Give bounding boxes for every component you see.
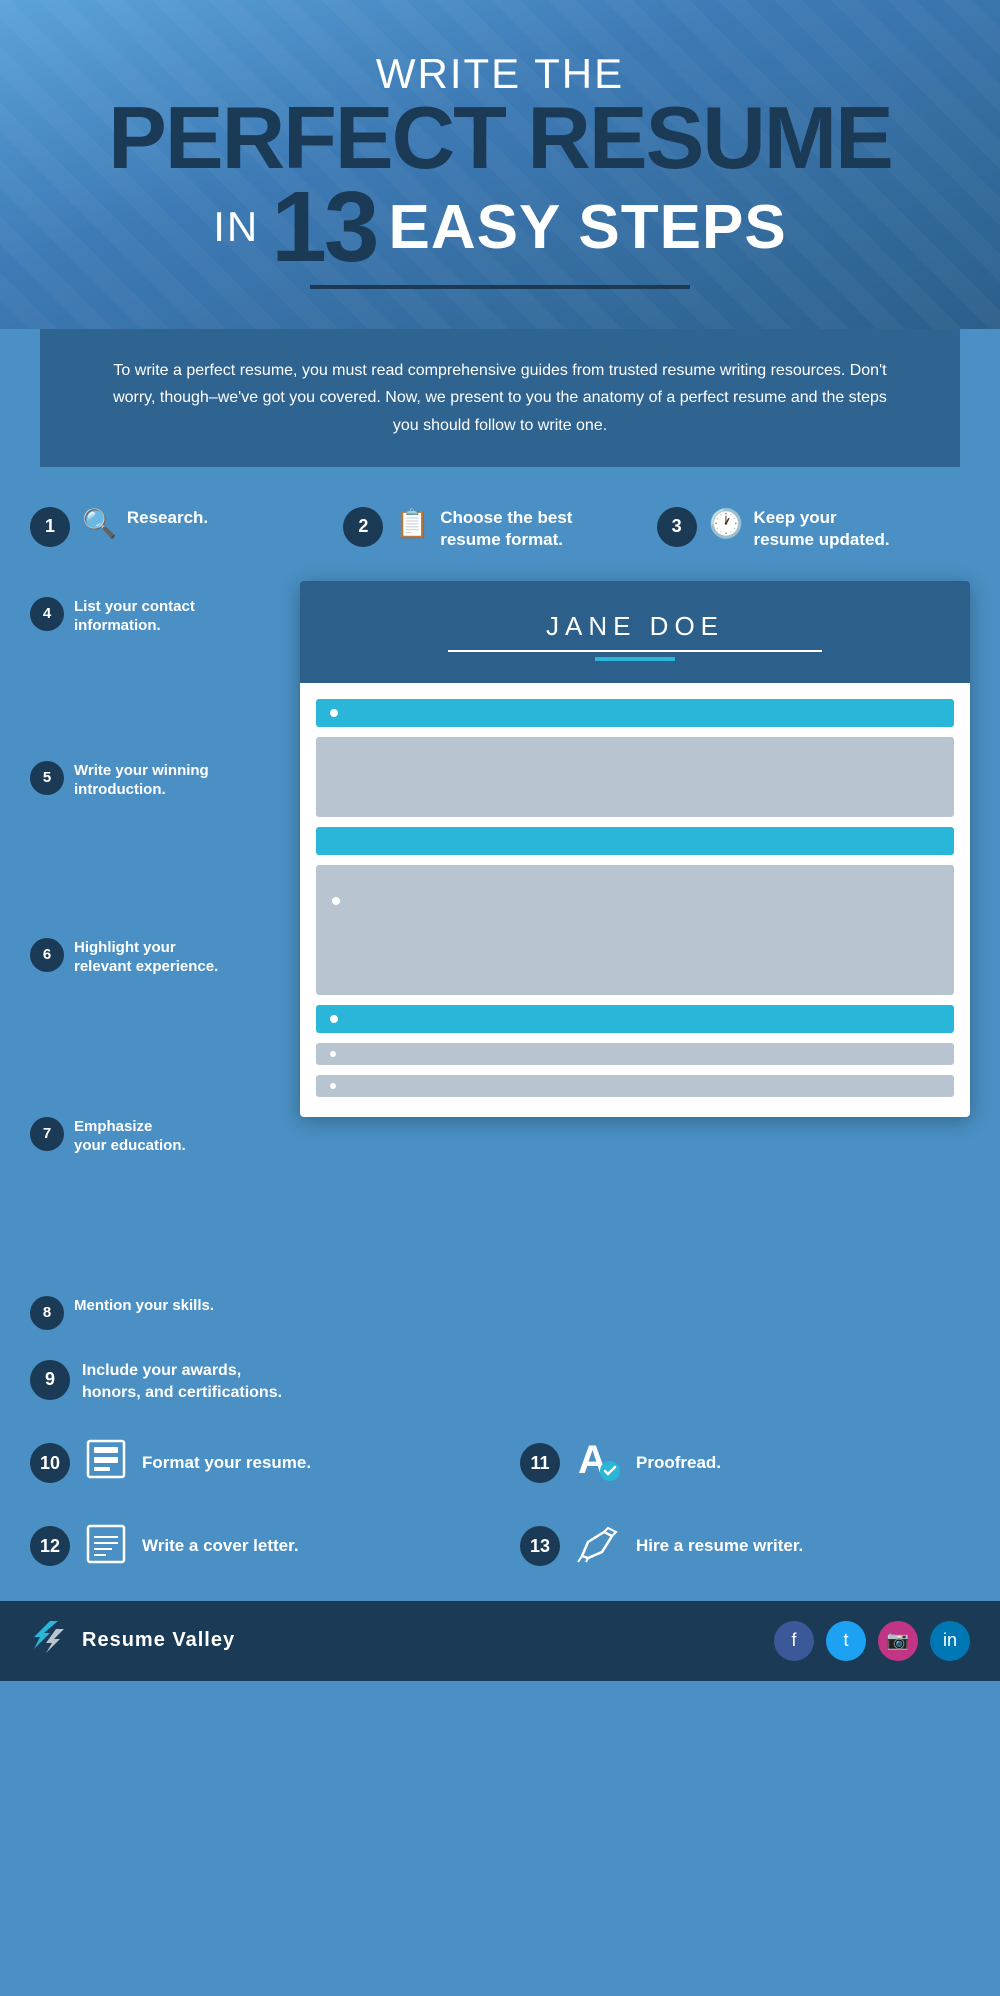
step-8: 8 Mention your skills. (30, 1286, 280, 1340)
step-12-num: 12 (30, 1526, 70, 1566)
skill-dot-1 (330, 1051, 336, 1057)
skills-bar (316, 1005, 954, 1033)
step-10-label: Format your resume. (142, 1453, 311, 1473)
skills-dot (330, 1015, 338, 1023)
step-6-label: Highlight yourrelevant experience. (74, 938, 218, 977)
skill-dot-2 (330, 1083, 336, 1089)
bottom-steps: 10 Format your resume. 11 A Pro (0, 1415, 1000, 1601)
step-11-num: 11 (520, 1443, 560, 1483)
search-icon: 🔍 (82, 507, 117, 540)
step-13: 13 Hire a resume writer. (520, 1522, 970, 1571)
skill-bar-1 (316, 1043, 954, 1065)
resume-mockup: JANE DOE (300, 581, 970, 1117)
footer: Resume Valley f t 📷 in (0, 1601, 1000, 1681)
step-13-label: Hire a resume writer. (636, 1536, 803, 1556)
step-10: 10 Format your resume. (30, 1435, 480, 1492)
main-area: 4 List your contactinformation. 5 Write … (0, 571, 1000, 1340)
steps-row-1: 10 Format your resume. 11 A Pro (30, 1435, 970, 1492)
step-7-num: 7 (30, 1117, 64, 1151)
step-5-label: Write your winningintroduction. (74, 761, 209, 800)
step-11: 11 A Proofread. (520, 1435, 970, 1492)
step-9: 9 Include your awards,honors, and certif… (0, 1340, 1000, 1415)
header-line3: in 13 Easy Steps (108, 177, 892, 277)
step-2-num: 2 (343, 507, 383, 547)
intro-box: To write a perfect resume, you must read… (40, 329, 960, 467)
step-3-label: Keep yourresume updated. (754, 507, 890, 551)
step-10-num: 10 (30, 1443, 70, 1483)
document-icon: 📋 (395, 507, 430, 540)
resume-body (300, 683, 970, 1117)
footer-brand: Resume Valley (30, 1619, 235, 1663)
education-block (316, 865, 954, 995)
step-11-label: Proofread. (636, 1453, 721, 1473)
experience-bar (316, 827, 954, 855)
step-2-label: Choose the bestresume format. (440, 507, 572, 551)
step-1: 1 🔍 Research. (30, 507, 343, 547)
clock-icon: 🕐 (709, 507, 744, 540)
step-9-num: 9 (30, 1360, 70, 1400)
step-4: 4 List your contactinformation. (30, 581, 280, 646)
intro-content-block (316, 737, 954, 817)
step-7: 7 Emphasizeyour education. (30, 1107, 280, 1166)
step-5: 5 Write your winningintroduction. (30, 751, 280, 810)
step-6: 6 Highlight yourrelevant experience. (30, 928, 280, 987)
intro-bar-dot (330, 709, 338, 717)
resume-name: JANE DOE (324, 611, 946, 642)
steps-row-2: 12 Write a cover letter. 13 (30, 1522, 970, 1571)
education-dot (332, 897, 340, 905)
header: Write the Perfect Resume in 13 Easy Step… (0, 0, 1000, 329)
left-steps: 4 List your contactinformation. 5 Write … (30, 581, 280, 1340)
brand-logo-icon (30, 1619, 70, 1663)
step-3-num: 3 (657, 507, 697, 547)
steps-top-row: 1 🔍 Research. 2 📋 Choose the bestresume … (0, 467, 1000, 571)
footer-socials: f t 📷 in (774, 1621, 970, 1661)
step-9-label: Include your awards,honors, and certific… (82, 1360, 282, 1405)
step-2: 2 📋 Choose the bestresume format. (343, 507, 656, 551)
intro-text: To write a perfect resume, you must read… (100, 357, 900, 439)
skill-bar-2 (316, 1075, 954, 1097)
header-in: in (213, 203, 259, 251)
step-12: 12 Write a cover letter. (30, 1522, 480, 1571)
step-8-num: 8 (30, 1296, 64, 1330)
step-1-num: 1 (30, 507, 70, 547)
step-12-label: Write a cover letter. (142, 1536, 299, 1556)
header-underline (310, 285, 690, 289)
step-3: 3 🕐 Keep yourresume updated. (657, 507, 970, 551)
twitter-icon[interactable]: t (826, 1621, 866, 1661)
cover-letter-icon (84, 1522, 128, 1571)
footer-brand-name: Resume Valley (82, 1629, 235, 1652)
step-8-label: Mention your skills. (74, 1296, 214, 1316)
hire-writer-icon (574, 1522, 622, 1571)
header-num: 13 (271, 177, 376, 277)
step-6-num: 6 (30, 938, 64, 972)
resume-header: JANE DOE (300, 581, 970, 683)
format-icon (84, 1437, 128, 1490)
linkedin-icon[interactable]: in (930, 1621, 970, 1661)
step-7-label: Emphasizeyour education. (74, 1117, 186, 1156)
step-4-num: 4 (30, 597, 64, 631)
resume-name-accent (595, 657, 675, 661)
proofread-icon: A (574, 1435, 622, 1492)
resume-name-underline (448, 650, 821, 652)
step-4-label: List your contactinformation. (74, 597, 195, 636)
step-1-label: Research. (127, 507, 208, 529)
intro-bar (316, 699, 954, 727)
header-line2: Perfect Resume (108, 98, 892, 177)
step-13-num: 13 (520, 1526, 560, 1566)
header-easy: Easy Steps (388, 192, 786, 263)
step-5-num: 5 (30, 761, 64, 795)
instagram-icon[interactable]: 📷 (878, 1621, 918, 1661)
facebook-icon[interactable]: f (774, 1621, 814, 1661)
